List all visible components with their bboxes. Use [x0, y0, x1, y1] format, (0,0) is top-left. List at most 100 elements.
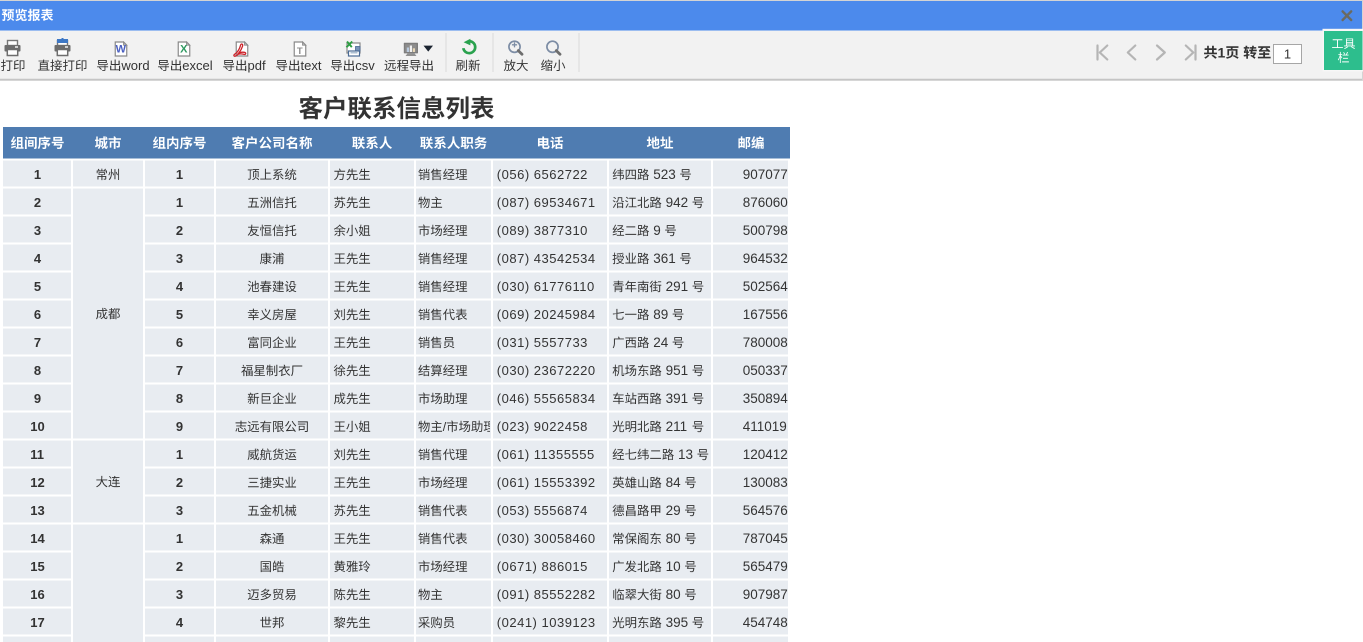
svg-text:(031): (031) — [497, 335, 530, 350]
svg-text:(087): (087) — [497, 195, 530, 210]
svg-text:350894: 350894 — [743, 391, 789, 406]
svg-text:1: 1 — [176, 195, 183, 210]
svg-text:8: 8 — [34, 363, 41, 378]
svg-text:(046): (046) — [497, 391, 530, 406]
svg-text:6562722: 6562722 — [534, 167, 588, 182]
svg-text:(0241): (0241) — [497, 615, 538, 630]
svg-text:55565834: 55565834 — [534, 391, 596, 406]
svg-text:3: 3 — [176, 503, 183, 518]
svg-text:2: 2 — [176, 223, 183, 238]
svg-text:16: 16 — [30, 587, 44, 602]
svg-text:43542534: 43542534 — [534, 251, 596, 266]
svg-text:61776110: 61776110 — [534, 279, 595, 294]
svg-text:907987: 907987 — [743, 587, 788, 602]
svg-text:69534671: 69534671 — [534, 195, 596, 210]
svg-text:10: 10 — [666, 559, 681, 574]
svg-text:5557733: 5557733 — [534, 335, 588, 350]
svg-text:9022458: 9022458 — [534, 419, 588, 434]
svg-text:11355555: 11355555 — [534, 447, 595, 462]
svg-text:9: 9 — [176, 419, 183, 434]
svg-text:85552282: 85552282 — [534, 587, 596, 602]
svg-text:9: 9 — [34, 391, 41, 406]
svg-text:411019: 411019 — [743, 419, 787, 434]
svg-text:523: 523 — [653, 167, 676, 182]
svg-text:454748: 454748 — [743, 615, 788, 630]
svg-text:29: 29 — [666, 503, 681, 518]
svg-text:(061): (061) — [497, 447, 530, 462]
svg-text:csv: csv — [355, 58, 375, 73]
svg-text:(056): (056) — [497, 167, 530, 182]
svg-text:(053): (053) — [497, 503, 530, 518]
svg-text:050337: 050337 — [743, 363, 788, 378]
svg-text:excel: excel — [182, 58, 212, 73]
svg-text:1: 1 — [1218, 45, 1226, 61]
svg-text:291: 291 — [666, 279, 689, 294]
svg-text:951: 951 — [666, 363, 689, 378]
svg-text:787045: 787045 — [743, 531, 788, 546]
svg-text:5556874: 5556874 — [534, 503, 588, 518]
svg-text:6: 6 — [176, 335, 183, 350]
svg-text:10: 10 — [30, 419, 44, 434]
svg-text:23672220: 23672220 — [534, 363, 596, 378]
svg-text:1039123: 1039123 — [542, 615, 596, 630]
svg-text:30058460: 30058460 — [534, 531, 596, 546]
svg-text:4: 4 — [176, 279, 184, 294]
svg-text:1: 1 — [176, 531, 183, 546]
svg-text:5: 5 — [34, 279, 41, 294]
svg-text:4: 4 — [176, 615, 184, 630]
svg-text:2: 2 — [176, 559, 183, 574]
svg-text:X: X — [180, 43, 188, 55]
svg-text:89: 89 — [653, 307, 668, 322]
svg-text:1: 1 — [34, 167, 41, 182]
svg-text:(030): (030) — [497, 363, 530, 378]
svg-text:3: 3 — [176, 251, 183, 266]
svg-text:1: 1 — [1284, 47, 1291, 62]
svg-text:120412: 120412 — [743, 447, 788, 462]
svg-text:876060: 876060 — [743, 195, 788, 210]
svg-text:13: 13 — [678, 447, 693, 462]
svg-text:4: 4 — [34, 251, 42, 266]
svg-text:7: 7 — [34, 335, 41, 350]
svg-text:500798: 500798 — [743, 223, 788, 238]
svg-text:7: 7 — [176, 363, 183, 378]
svg-text:3: 3 — [176, 587, 183, 602]
svg-text:(023): (023) — [497, 419, 530, 434]
svg-text:text: text — [301, 58, 322, 73]
svg-text:15553392: 15553392 — [534, 475, 596, 490]
svg-text:(030): (030) — [497, 279, 530, 294]
svg-text:1: 1 — [176, 447, 183, 462]
svg-text:167556: 167556 — [743, 307, 788, 322]
svg-text:W: W — [116, 43, 127, 55]
svg-text:780008: 780008 — [743, 335, 788, 350]
svg-text:12: 12 — [30, 475, 44, 490]
svg-text:11: 11 — [30, 447, 44, 462]
svg-text:564576: 564576 — [743, 503, 788, 518]
svg-text:5: 5 — [176, 307, 183, 322]
svg-text:20245984: 20245984 — [534, 307, 596, 322]
svg-text:907077: 907077 — [743, 167, 788, 182]
svg-text:/: / — [443, 420, 447, 434]
svg-text:964532: 964532 — [743, 251, 788, 266]
svg-text:3877310: 3877310 — [534, 223, 588, 238]
svg-text:word: word — [120, 58, 149, 73]
svg-text:80: 80 — [666, 531, 681, 546]
svg-text:886015: 886015 — [542, 559, 588, 574]
svg-text:2: 2 — [34, 195, 41, 210]
svg-text:361: 361 — [653, 251, 676, 266]
svg-text:211: 211 — [666, 419, 688, 434]
svg-text:2: 2 — [176, 475, 183, 490]
svg-text:942: 942 — [666, 195, 689, 210]
svg-text:395: 395 — [666, 615, 689, 630]
svg-text:130083: 130083 — [743, 475, 788, 490]
svg-text:14: 14 — [30, 531, 45, 546]
svg-text:T: T — [297, 46, 303, 57]
svg-text:(0671): (0671) — [497, 559, 538, 574]
svg-text:17: 17 — [30, 615, 44, 630]
svg-text:(087): (087) — [497, 251, 530, 266]
svg-text:(069): (069) — [497, 307, 530, 322]
svg-text:3: 3 — [34, 223, 41, 238]
svg-text:84: 84 — [666, 475, 682, 490]
svg-text:80: 80 — [666, 587, 681, 602]
svg-text:(091): (091) — [497, 587, 530, 602]
svg-text:(061): (061) — [497, 475, 530, 490]
